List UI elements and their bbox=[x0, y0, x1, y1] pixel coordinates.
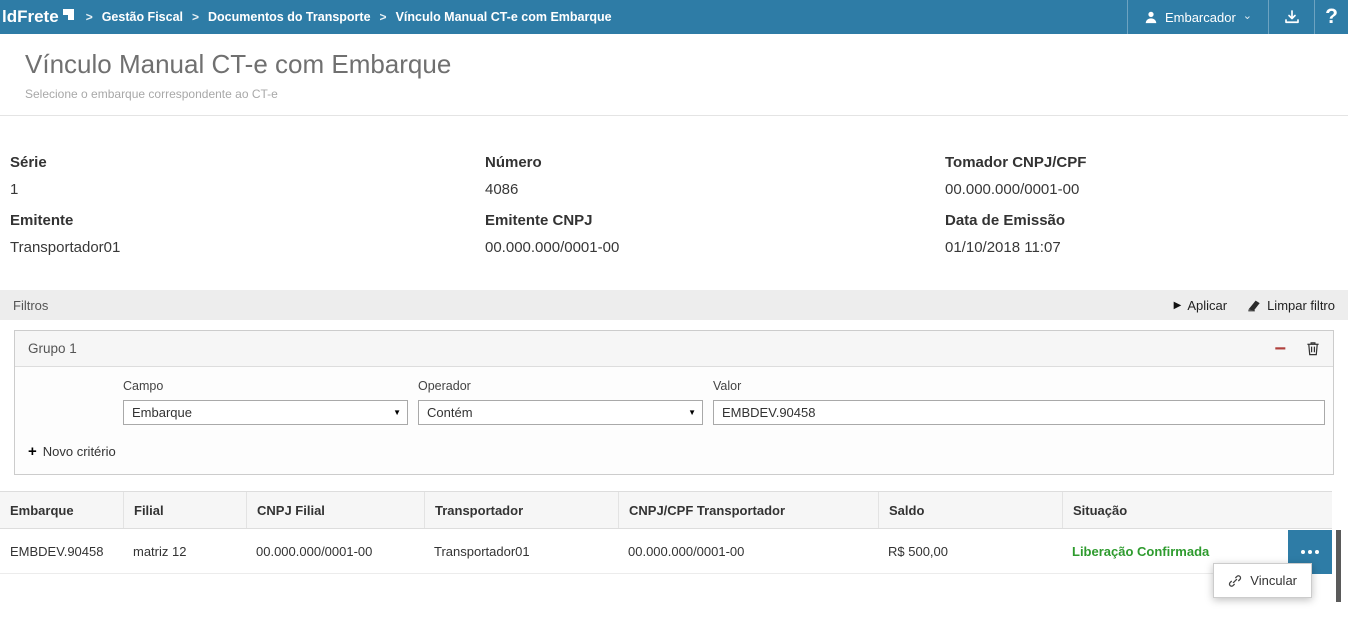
field-serie-label: Série bbox=[10, 154, 485, 171]
field-data-emissao: Data de Emissão 01/10/2018 11:07 bbox=[945, 212, 1338, 256]
ellipsis-icon bbox=[1301, 550, 1305, 554]
cell-cnpj-filial: 00.000.000/0001-00 bbox=[246, 544, 424, 559]
clear-filter-label: Limpar filtro bbox=[1267, 298, 1335, 313]
breadcrumb-vinculo-manual[interactable]: Vínculo Manual CT-e com Embarque bbox=[396, 10, 612, 24]
operador-select[interactable]: Contém ▼ bbox=[418, 400, 703, 425]
campo-label: Campo bbox=[123, 379, 408, 393]
field-emitente-label: Emitente bbox=[10, 212, 485, 229]
vincular-label: Vincular bbox=[1250, 573, 1297, 588]
logo-icon bbox=[63, 9, 74, 20]
valor-input[interactable] bbox=[713, 400, 1325, 425]
field-emitente-cnpj: Emitente CNPJ 00.000.000/0001-00 bbox=[485, 212, 945, 256]
collapse-group-button[interactable]: − bbox=[1274, 339, 1286, 359]
topbar-right: Embarcador ⌄ ? bbox=[1127, 0, 1348, 34]
field-serie: Série 1 bbox=[10, 154, 485, 198]
field-emitente-value: Transportador01 bbox=[10, 239, 485, 256]
plus-icon: + bbox=[28, 443, 37, 460]
filter-group-icons: − bbox=[1274, 339, 1320, 359]
chevron-right-icon: > bbox=[380, 10, 387, 24]
chevron-down-icon: ⌄ bbox=[1243, 9, 1252, 22]
filter-group-title: Grupo 1 bbox=[28, 341, 77, 356]
page-title: Vínculo Manual CT-e com Embarque bbox=[25, 49, 1348, 80]
field-tomador-label: Tomador CNPJ/CPF bbox=[945, 154, 1338, 171]
cell-cnpj-transportador: 00.000.000/0001-00 bbox=[618, 544, 878, 559]
vincular-menu-item[interactable]: Vincular bbox=[1213, 563, 1312, 598]
filters-title: Filtros bbox=[13, 298, 48, 313]
vertical-scrollbar[interactable] bbox=[1336, 530, 1341, 602]
campo-select-value: Embarque bbox=[132, 405, 192, 420]
cell-filial: matriz 12 bbox=[123, 544, 246, 559]
download-icon bbox=[1283, 8, 1301, 26]
header-filial: Filial bbox=[123, 492, 246, 528]
chevron-right-icon: > bbox=[192, 10, 199, 24]
field-tomador-value: 00.000.000/0001-00 bbox=[945, 181, 1338, 198]
header-cnpj-filial: CNPJ Filial bbox=[246, 492, 424, 528]
header-cnpj-transportador: CNPJ/CPF Transportador bbox=[618, 492, 878, 528]
field-emitente-cnpj-value: 00.000.000/0001-00 bbox=[485, 239, 945, 256]
field-emitente: Emitente Transportador01 bbox=[10, 212, 485, 256]
field-emitente-cnpj-label: Emitente CNPJ bbox=[485, 212, 945, 229]
download-button[interactable] bbox=[1268, 0, 1314, 34]
header-situacao: Situação bbox=[1062, 492, 1332, 528]
cell-transportador: Transportador01 bbox=[424, 544, 618, 559]
header-transportador: Transportador bbox=[424, 492, 618, 528]
caret-down-icon: ▼ bbox=[688, 408, 696, 417]
field-numero: Número 4086 bbox=[485, 154, 945, 198]
campo-select[interactable]: Embarque ▼ bbox=[123, 400, 408, 425]
filters-actions: ▶ Aplicar Limpar filtro bbox=[1174, 298, 1335, 313]
help-button[interactable]: ? bbox=[1314, 0, 1348, 34]
new-criteria-button[interactable]: + Novo critério bbox=[28, 443, 1320, 460]
eraser-icon bbox=[1247, 299, 1261, 312]
breadcrumb: > Gestão Fiscal > Documentos do Transpor… bbox=[86, 0, 612, 34]
user-menu-label: Embarcador bbox=[1165, 10, 1236, 25]
delete-group-button[interactable] bbox=[1306, 341, 1320, 356]
table-header-row: Embarque Filial CNPJ Filial Transportado… bbox=[0, 491, 1332, 529]
ellipsis-icon bbox=[1315, 550, 1319, 554]
valor-field: Valor bbox=[713, 379, 1325, 425]
field-data-emissao-value: 01/10/2018 11:07 bbox=[945, 239, 1338, 256]
cell-embarque: EMBDEV.90458 bbox=[0, 544, 123, 559]
filter-group-panel: Grupo 1 − Campo Embarque ▼ Operador Cont… bbox=[14, 330, 1334, 475]
filter-fields-row: Campo Embarque ▼ Operador Contém ▼ Valor bbox=[28, 379, 1320, 425]
field-numero-value: 4086 bbox=[485, 181, 945, 198]
operador-label: Operador bbox=[418, 379, 703, 393]
header-embarque: Embarque bbox=[0, 492, 123, 528]
field-serie-value: 1 bbox=[10, 181, 485, 198]
filter-group-body: Campo Embarque ▼ Operador Contém ▼ Valor… bbox=[15, 367, 1333, 474]
top-bar: ldFrete > Gestão Fiscal > Documentos do … bbox=[0, 0, 1348, 34]
valor-label: Valor bbox=[713, 379, 1325, 393]
page-head: Vínculo Manual CT-e com Embarque Selecio… bbox=[0, 34, 1348, 116]
help-icon: ? bbox=[1325, 5, 1338, 29]
chevron-right-icon: > bbox=[86, 10, 93, 24]
ellipsis-icon bbox=[1308, 550, 1312, 554]
clear-filter-button[interactable]: Limpar filtro bbox=[1247, 298, 1335, 313]
user-icon bbox=[1144, 10, 1158, 24]
user-menu[interactable]: Embarcador ⌄ bbox=[1127, 0, 1268, 34]
breadcrumb-gestao-fiscal[interactable]: Gestão Fiscal bbox=[102, 10, 183, 24]
field-tomador: Tomador CNPJ/CPF 00.000.000/0001-00 bbox=[945, 154, 1338, 198]
table-row[interactable]: EMBDEV.90458 matriz 12 00.000.000/0001-0… bbox=[0, 529, 1332, 574]
app-logo[interactable]: ldFrete bbox=[0, 0, 74, 34]
filters-bar: Filtros ▶ Aplicar Limpar filtro bbox=[0, 290, 1348, 320]
campo-field: Campo Embarque ▼ bbox=[123, 379, 408, 425]
results-table: Embarque Filial CNPJ Filial Transportado… bbox=[0, 491, 1348, 574]
operador-select-value: Contém bbox=[427, 405, 473, 420]
play-icon: ▶ bbox=[1174, 300, 1182, 311]
app-logo-text: ldFrete bbox=[2, 7, 59, 27]
link-icon bbox=[1228, 574, 1242, 588]
cell-saldo: R$ 500,00 bbox=[878, 544, 1062, 559]
field-data-emissao-label: Data de Emissão bbox=[945, 212, 1338, 229]
field-numero-label: Número bbox=[485, 154, 945, 171]
header-saldo: Saldo bbox=[878, 492, 1062, 528]
new-criteria-label: Novo critério bbox=[43, 444, 116, 459]
page-subtitle: Selecione o embarque correspondente ao C… bbox=[25, 87, 1348, 101]
apply-filter-button[interactable]: ▶ Aplicar bbox=[1174, 298, 1227, 313]
cte-info-section: Série 1 Número 4086 Tomador CNPJ/CPF 00.… bbox=[0, 116, 1348, 290]
breadcrumb-documentos-transporte[interactable]: Documentos do Transporte bbox=[208, 10, 371, 24]
filter-group-header: Grupo 1 − bbox=[15, 331, 1333, 367]
apply-filter-label: Aplicar bbox=[1187, 298, 1227, 313]
caret-down-icon: ▼ bbox=[393, 408, 401, 417]
operador-field: Operador Contém ▼ bbox=[418, 379, 703, 425]
